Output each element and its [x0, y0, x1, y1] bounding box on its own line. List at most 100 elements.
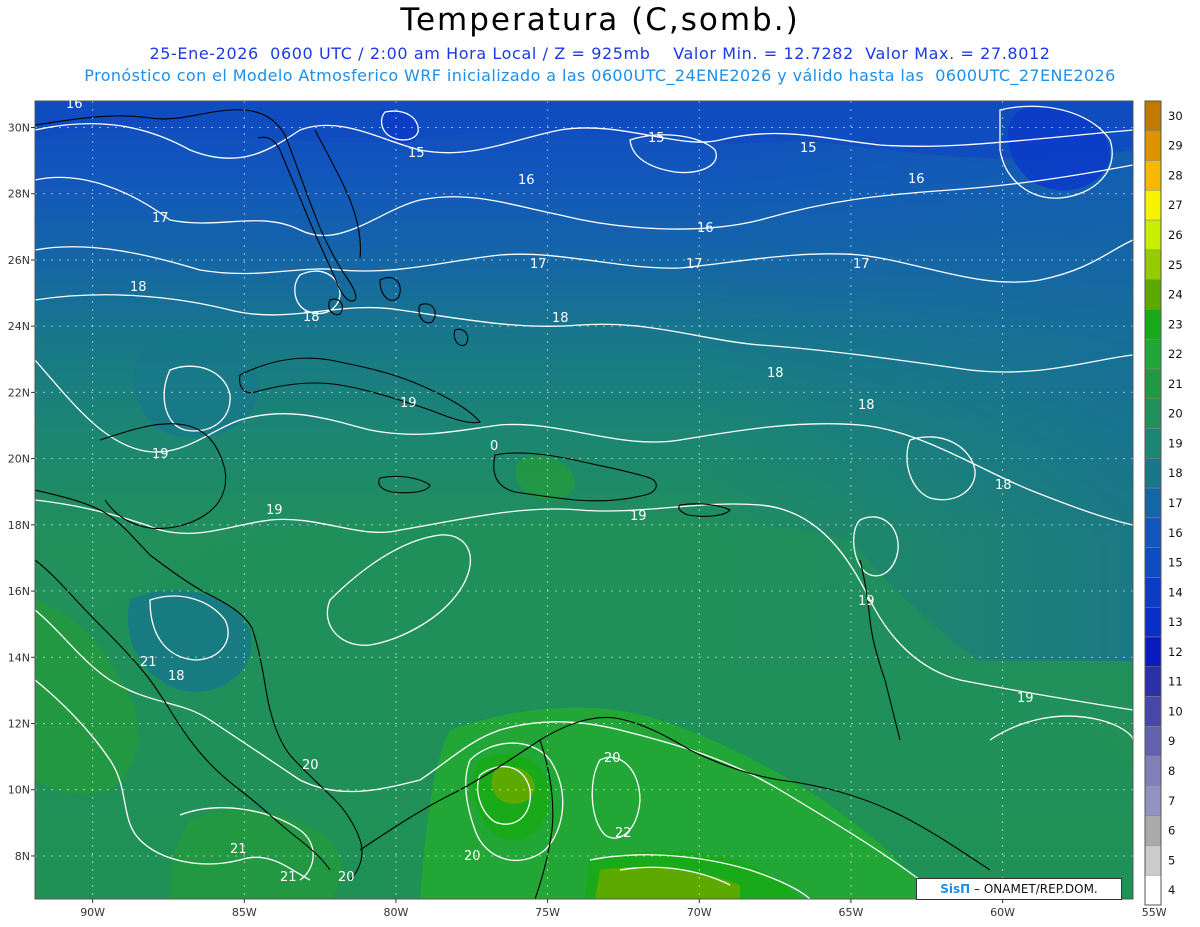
lon-label: 55W	[1142, 906, 1167, 919]
colorbar-label: 29	[1168, 139, 1183, 153]
colorbar-label: 7	[1168, 794, 1175, 808]
lat-label: 16N	[8, 585, 30, 598]
lat-label: 24N	[8, 320, 30, 333]
lat-label: 26N	[8, 254, 30, 267]
contour-label: 0	[490, 439, 498, 454]
colorbar-label: 30	[1168, 109, 1183, 123]
lon-label: 70W	[687, 906, 712, 919]
colorbar-label: 12	[1168, 645, 1183, 659]
colorbar-swatch	[1144, 487, 1162, 519]
colorbar-label: 18	[1168, 466, 1183, 480]
colorbar-swatch	[1144, 398, 1162, 429]
temperature-map: 15 15 15 16 16 16 16 17 17 17 17 18 18 18 18 18 18 19 19 19…	[8, 97, 1183, 919]
colorbar-label: 22	[1168, 347, 1183, 361]
colorbar-label: 14	[1168, 585, 1183, 599]
colorbar-label: 9	[1168, 734, 1175, 748]
contour-label: 21	[230, 842, 247, 857]
lat-label: 30N	[8, 121, 30, 134]
lat-label: 12N	[8, 718, 30, 731]
colorbar: 30 29 28 27 26 25 24 23 22 21 20 19 18 17 16 15 14 13 12 11…	[1144, 100, 1183, 906]
contour-label: 18	[767, 366, 784, 381]
contour-label: 16	[518, 173, 535, 188]
colorbar-label: 6	[1168, 824, 1175, 838]
contour-label: 15	[800, 141, 817, 156]
colorbar-swatch	[1144, 815, 1162, 846]
colorbar-label: 17	[1168, 496, 1183, 510]
colorbar-swatch	[1144, 279, 1162, 310]
credit-box: SisΠ – ONAMET/REP.DOM.	[916, 878, 1122, 900]
colorbar-swatch	[1144, 100, 1162, 132]
contour-label: 19	[152, 447, 169, 462]
contour-label: 19	[630, 509, 647, 524]
contour-label: 22	[615, 826, 632, 841]
colorbar-label: 20	[1168, 407, 1183, 421]
colorbar-swatch	[1144, 219, 1162, 251]
lat-label: 14N	[8, 651, 30, 664]
contour-label: 19	[400, 396, 417, 411]
map-field	[35, 101, 1133, 899]
lon-label: 60W	[990, 906, 1015, 919]
colorbar-swatch	[1144, 606, 1162, 638]
colorbar-label: 10	[1168, 704, 1183, 718]
colorbar-swatch	[1144, 458, 1162, 489]
colorbar-label: 24	[1168, 288, 1183, 302]
colorbar-swatch	[1144, 785, 1162, 816]
contour-label: 18	[303, 310, 320, 325]
colorbar-swatch	[1144, 190, 1162, 221]
contour-label: 21	[140, 655, 157, 670]
contour-label: 20	[338, 870, 355, 885]
sispi-logo: SisΠ	[940, 882, 971, 896]
colorbar-label: 19	[1168, 436, 1183, 450]
contour-label: 15	[408, 146, 425, 161]
contour-label: 18	[168, 669, 185, 684]
credit-org: – ONAMET/REP.DOM.	[974, 882, 1098, 896]
colorbar-label: 25	[1168, 258, 1183, 272]
contour-label: 16	[66, 97, 83, 112]
lat-label: 18N	[8, 519, 30, 532]
colorbar-label: 27	[1168, 198, 1183, 212]
contour-label: 17	[853, 257, 870, 272]
colorbar-swatch	[1144, 874, 1162, 906]
colorbar-label: 5	[1168, 853, 1175, 867]
contour-label: 17	[686, 257, 703, 272]
lon-label: 65W	[838, 906, 863, 919]
colorbar-label: 4	[1168, 883, 1175, 897]
colorbar-swatch	[1144, 666, 1162, 697]
longitude-axis: 90W 85W 80W 75W 70W 65W 60W 55W	[80, 899, 1167, 919]
contour-label: 19	[266, 503, 283, 518]
colorbar-swatch	[1144, 428, 1162, 459]
contour-label: 15	[648, 131, 665, 146]
colorbar-swatch	[1144, 726, 1162, 757]
contour-label: 20	[302, 758, 319, 773]
colorbar-swatch	[1144, 636, 1162, 668]
colorbar-label: 15	[1168, 556, 1183, 570]
colorbar-label: 28	[1168, 168, 1183, 182]
colorbar-swatch	[1144, 845, 1162, 876]
colorbar-swatch	[1144, 338, 1162, 370]
colorbar-label: 16	[1168, 526, 1183, 540]
contour-label: 19	[1017, 691, 1034, 706]
contour-label: 20	[464, 849, 481, 864]
contour-label: 16	[697, 221, 714, 236]
lat-label: 20N	[8, 453, 30, 466]
contour-label: 18	[858, 398, 875, 413]
colorbar-label: 26	[1168, 228, 1183, 242]
lon-label: 75W	[535, 906, 560, 919]
lat-label: 8N	[15, 850, 30, 863]
colorbar-label: 8	[1168, 764, 1175, 778]
colorbar-swatch	[1144, 249, 1162, 280]
colorbar-label: 11	[1168, 675, 1183, 689]
colorbar-swatch	[1144, 547, 1162, 578]
lon-label: 90W	[80, 906, 105, 919]
contour-label: 20	[604, 751, 621, 766]
colorbar-label: 13	[1168, 615, 1183, 629]
colorbar-swatch	[1144, 368, 1162, 400]
contour-label: 18	[130, 280, 147, 295]
latitude-axis: 30N 28N 26N 24N 22N 20N 18N 16N 14N 12N 10N 8N	[8, 121, 35, 863]
lon-label: 80W	[384, 906, 409, 919]
colorbar-swatch	[1144, 130, 1162, 161]
contour-label: 17	[152, 211, 169, 226]
lon-label: 85W	[232, 906, 257, 919]
contour-label: 17	[530, 257, 547, 272]
lat-label: 22N	[8, 386, 30, 399]
